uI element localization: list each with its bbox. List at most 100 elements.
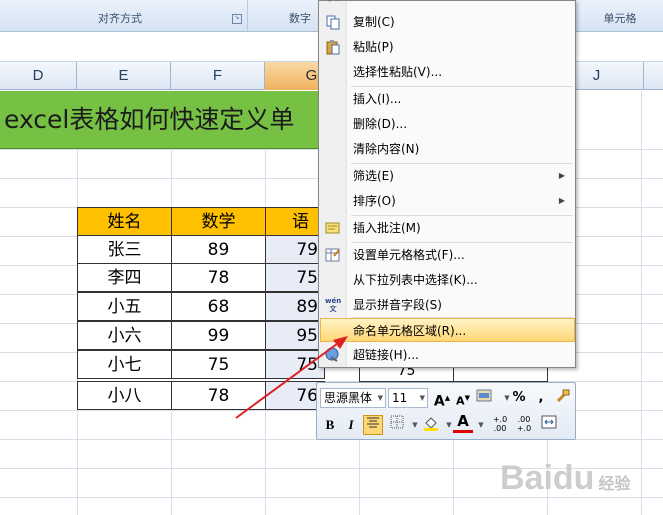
font-size-box[interactable]: 11 ▼ [388,388,428,408]
shrink-font-button[interactable]: A▼ [453,388,473,408]
chevron-down-icon[interactable]: ▼ [378,389,383,407]
watermark-subtext: 经验 [598,476,631,493]
menu-item-label: 命名单元格区域(R)... [353,324,467,338]
chevron-down-icon[interactable]: ▼ [420,389,425,407]
menu-item-filter[interactable]: 筛选(E) ▶ [320,164,575,188]
format-painter-icon [556,389,570,403]
menu-item-label: 从下拉列表中选择(K)... [353,273,478,287]
column-header-f[interactable]: F [171,62,265,90]
column-header-e[interactable]: E [77,62,171,90]
menu-item-delete[interactable]: 删除(D)... [320,112,575,136]
menu-item-copy[interactable]: 复制(C) [320,10,575,34]
ribbon-group-alignment[interactable]: 对齐方式 [40,9,200,29]
format-painter-button[interactable] [553,388,573,408]
cell-math[interactable]: 99 [171,321,266,350]
cell-partial-empty[interactable] [453,366,548,382]
ribbon-group-cells[interactable]: 单元格 [580,9,660,29]
cell-math[interactable]: 78 [171,381,266,410]
cell-name[interactable]: 张三 [77,235,172,264]
font-color-dropdown[interactable]: ▼ [471,415,491,435]
watermark-text: Baidu [500,459,595,497]
cell-partial[interactable]: 75 [359,364,454,382]
submenu-arrow-icon: ▶ [558,196,565,205]
ribbon-separator [247,0,248,32]
header-math[interactable]: 数学 [171,207,266,236]
menu-item-insert[interactable]: 插入(I)... [320,87,575,111]
cell-chinese[interactable]: 79 [265,235,325,264]
grow-font-button[interactable]: A▲ [432,388,452,410]
column-header-d[interactable]: D [0,62,77,90]
center-align-button[interactable] [363,415,383,435]
cell-math[interactable]: 78 [171,263,266,292]
title-text: excel表格如何快速定义单 [4,105,295,134]
percent-button[interactable]: % [509,388,529,408]
menu-item-label: 排序(O) [353,194,396,208]
cell-name[interactable]: 小六 [77,321,172,350]
cell-math[interactable]: 75 [171,350,266,379]
hyperlink-icon [325,347,341,363]
menu-item-insert-comment[interactable]: 插入批注(M) [320,216,575,240]
baidu-watermark-logo: Baidu 经验 [500,448,660,508]
increase-decimal-button[interactable]: +.0 .00 [489,415,511,435]
menu-item-label: 设置单元格格式(F)... [353,248,465,262]
shrink-font-icon: A [456,394,465,408]
phonetic-icon: wén 文 [325,297,342,313]
accounting-format-icon [476,389,492,402]
menu-item-label: 清除内容(N) [353,142,420,156]
cell-chinese[interactable]: 95 [265,321,325,350]
paste-icon [325,39,341,55]
cell-chinese[interactable]: 75 [265,350,325,379]
font-color-button[interactable]: A [453,413,473,433]
menu-item-sort[interactable]: 排序(O) ▶ [320,189,575,213]
cell-math[interactable]: 89 [171,235,266,264]
mini-toolbar: 思源黑体 ▼ 11 ▼ A▲ A▼ ▼ % , B I ▼ ▼ A ▼ +.0 … [316,382,576,440]
cell-name[interactable]: 李四 [77,263,172,292]
copy-icon [325,14,341,30]
italic-button[interactable]: I [341,415,361,435]
font-name-box[interactable]: 思源黑体 ▼ [320,388,386,408]
alignment-dialog-launcher-icon[interactable]: ↘ [232,14,242,24]
cell-name[interactable]: 小五 [77,292,172,321]
borders-icon [390,415,404,429]
menu-item-label: 插入(I)... [353,92,402,106]
menu-item-label: 删除(D)... [353,117,408,131]
bold-button[interactable]: B [320,415,340,435]
menu-item-label: 选择性粘贴(V)... [353,65,443,79]
cell-chinese[interactable]: 75 [265,263,325,292]
menu-item-define-name[interactable]: 命名单元格区域(R)... [320,318,575,342]
ribbon-group-number[interactable]: 数字 [280,9,320,29]
cell-chinese[interactable]: 89 [265,292,325,321]
fill-color-button[interactable] [421,415,441,435]
submenu-arrow-icon: ▶ [558,171,565,180]
cell-name[interactable]: 小八 [77,381,172,410]
grow-font-icon: A [433,393,445,410]
accounting-format-button[interactable] [475,388,495,408]
fill-color-icon [424,417,438,431]
comment-icon [325,220,341,236]
font-size-value: 11 [392,391,408,405]
menu-item-label: 显示拼音字段(S) [353,298,442,312]
menu-item-paste[interactable]: 粘贴(P) [320,35,575,59]
font-name-value: 思源黑体 [324,391,373,405]
merge-center-button[interactable] [539,415,559,435]
menu-item-hyperlink[interactable]: 超链接(H)... [320,343,575,367]
header-chinese[interactable]: 语 [265,207,325,236]
cell-math[interactable]: 68 [171,292,266,321]
comma-button[interactable]: , [531,388,551,408]
menu-item-label: 超链接(H)... [353,348,419,362]
decrease-decimal-button[interactable]: .00 +.0 [513,415,535,435]
menu-item-show-phonetic[interactable]: wén 文 显示拼音字段(S) [320,293,575,317]
cell-name[interactable]: 小七 [77,350,172,379]
menu-item-label: 粘贴(P) [353,40,394,54]
menu-item-paste-special[interactable]: 选择性粘贴(V)... [320,60,575,84]
merge-center-icon [541,415,557,429]
format-cells-icon [325,247,341,263]
menu-item-pick-from-list[interactable]: 从下拉列表中选择(K)... [320,268,575,292]
menu-item-label: 复制(C) [353,15,395,29]
menu-item-clear-contents[interactable]: 清除内容(N) [320,137,575,161]
menu-item-cut-partial[interactable]: ✂ [320,0,575,6]
borders-button[interactable] [387,415,407,435]
menu-item-label: 插入批注(M) [353,221,421,235]
header-name[interactable]: 姓名 [77,207,172,236]
menu-item-format-cells[interactable]: 设置单元格格式(F)... [320,243,575,267]
